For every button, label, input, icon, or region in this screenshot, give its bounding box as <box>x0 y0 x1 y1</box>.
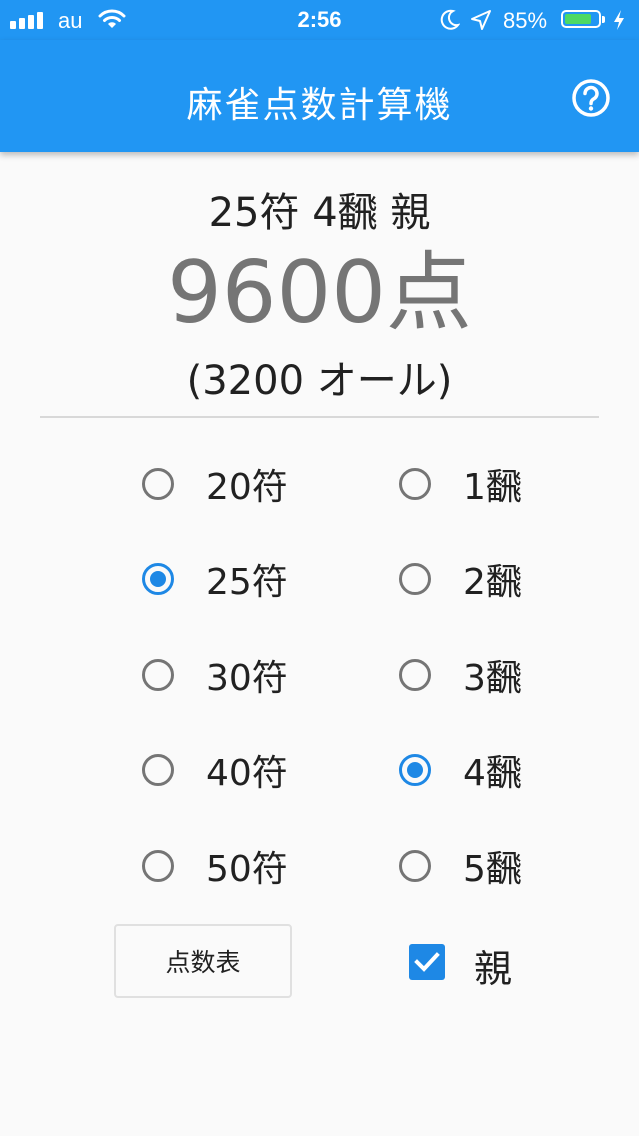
han-option-label: 5飜 <box>463 849 522 890</box>
app-title: 麻雀点数計算機 <box>186 85 453 126</box>
fu-option-30[interactable]: 30符 <box>142 645 288 705</box>
han-option-3[interactable]: 3飜 <box>399 645 522 705</box>
radio-button[interactable] <box>142 659 174 691</box>
radio-button[interactable] <box>399 659 431 691</box>
fu-option-50[interactable]: 50符 <box>142 836 288 896</box>
radio-button[interactable] <box>142 754 174 786</box>
han-option-4[interactable]: 4飜 <box>399 740 522 800</box>
fu-option-label: 20符 <box>206 467 288 508</box>
status-bar: au 2:56 85% <box>0 0 639 40</box>
charging-icon <box>612 9 626 36</box>
han-option-2[interactable]: 2飜 <box>399 549 522 609</box>
han-option-1[interactable]: 1飜 <box>399 454 522 514</box>
result-breakdown: (3200 オール) <box>186 358 453 404</box>
radio-button[interactable] <box>142 468 174 500</box>
divider <box>40 416 599 418</box>
fu-option-label: 40符 <box>206 753 288 794</box>
han-option-label: 4飜 <box>463 753 522 794</box>
fu-option-label: 25符 <box>206 562 288 603</box>
radio-button[interactable] <box>142 850 174 882</box>
radio-button[interactable] <box>142 563 174 595</box>
fu-option-25[interactable]: 25符 <box>142 549 288 609</box>
moon-icon <box>440 9 461 36</box>
han-option-label: 1飜 <box>463 467 522 508</box>
radio-button[interactable] <box>399 850 431 882</box>
han-option-label: 3飜 <box>463 658 522 699</box>
fu-option-40[interactable]: 40符 <box>142 740 288 800</box>
points-table-button[interactable]: 点数表 <box>114 924 292 998</box>
han-option-label: 2飜 <box>463 562 522 603</box>
result-points: 9600点 <box>167 243 472 343</box>
check-icon <box>414 952 440 972</box>
app-bar: 麻雀点数計算機 <box>0 40 639 152</box>
radio-button[interactable] <box>399 563 431 595</box>
battery-level-fill <box>565 14 591 24</box>
result-summary: 25符 4飜 親 <box>208 190 431 236</box>
radio-button[interactable] <box>399 468 431 500</box>
han-option-5[interactable]: 5飜 <box>399 836 522 896</box>
help-circle-icon[interactable] <box>571 78 611 118</box>
dealer-label: 親 <box>474 947 513 991</box>
fu-option-20[interactable]: 20符 <box>142 454 288 514</box>
battery-icon <box>561 10 605 28</box>
battery-percent: 85% <box>503 8 548 33</box>
fu-option-label: 30符 <box>206 658 288 699</box>
location-icon <box>470 9 492 36</box>
fu-option-label: 50符 <box>206 849 288 890</box>
dealer-checkbox[interactable] <box>409 944 445 980</box>
radio-button[interactable] <box>399 754 431 786</box>
